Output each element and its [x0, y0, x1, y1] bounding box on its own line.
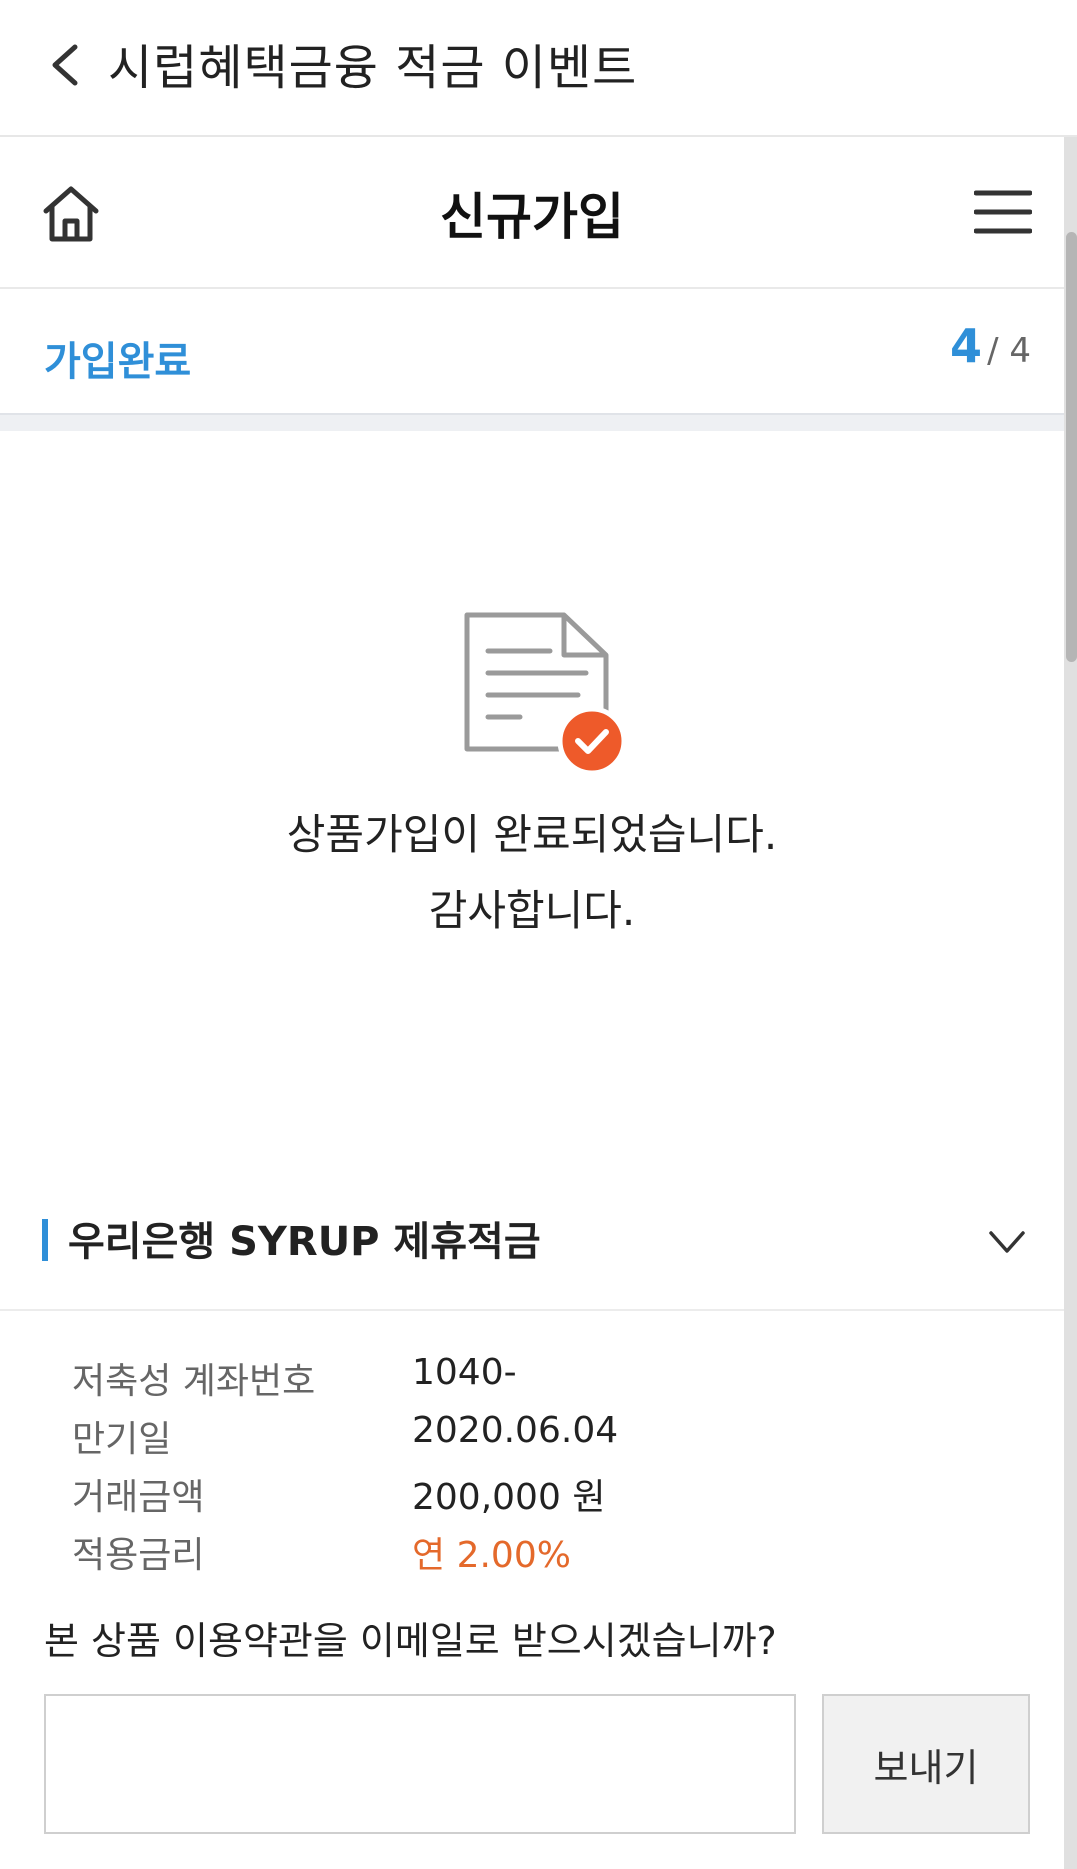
completion-message-line2: 감사합니다.	[428, 886, 636, 935]
email-question: 본 상품 이용약관을 이메일로 받으시겠습니까?	[44, 1619, 777, 1663]
detail-value: 2020.06.04	[412, 1410, 619, 1451]
chevron-left-icon	[52, 44, 78, 86]
detail-row-rate: 적용금리 연 2.00%	[72, 1526, 972, 1584]
detail-label: 만기일	[72, 1419, 172, 1460]
step-total: / 4	[987, 331, 1031, 371]
email-input[interactable]	[44, 1694, 796, 1834]
page-header: 신규가입	[0, 137, 1064, 289]
completion-message-line1: 상품가입이 완료되었습니다.	[286, 810, 778, 859]
detail-label: 거래금액	[72, 1477, 205, 1518]
detail-value: 200,000 원	[412, 1477, 606, 1518]
detail-value-rate: 연 2.00%	[412, 1535, 571, 1576]
send-button[interactable]: 보내기	[822, 1694, 1030, 1834]
product-name: 우리은행 SYRUP 제휴적금	[68, 1219, 541, 1265]
document-check-icon	[460, 607, 630, 777]
hamburger-menu-icon	[973, 190, 1033, 234]
app-top-bar: 시럽혜택금융 적금 이벤트	[0, 0, 1077, 137]
scrollbar-thumb[interactable]	[1066, 232, 1077, 662]
product-accent-bar	[42, 1219, 48, 1261]
detail-row-amount: 거래금액 200,000 원	[72, 1468, 972, 1526]
detail-row-account: 저축성 계좌번호 1040-	[72, 1352, 972, 1410]
step-count: 4 / 4	[950, 319, 1031, 373]
app-title: 시럽혜택금융 적금 이벤트	[108, 40, 638, 96]
step-name: 가입완료	[44, 339, 192, 385]
section-divider	[0, 415, 1064, 431]
detail-value: 1040-	[412, 1352, 517, 1393]
detail-row-maturity: 만기일 2020.06.04	[72, 1410, 972, 1468]
product-accordion[interactable]: 우리은행 SYRUP 제휴적금	[0, 1199, 1064, 1311]
account-details: 저축성 계좌번호 1040- 만기일 2020.06.04 거래금액 200,0…	[72, 1352, 972, 1584]
menu-button[interactable]	[973, 187, 1033, 237]
step-indicator: 가입완료 4 / 4	[0, 289, 1064, 415]
completion-message: 상품가입이 완료되었습니다. 감사합니다.	[0, 797, 1064, 949]
chevron-down-icon	[989, 1231, 1025, 1253]
back-button[interactable]	[30, 30, 100, 100]
detail-label: 적용금리	[72, 1535, 205, 1576]
page-title: 신규가입	[440, 188, 624, 246]
detail-label: 저축성 계좌번호	[72, 1361, 316, 1402]
step-current: 4	[949, 319, 982, 373]
